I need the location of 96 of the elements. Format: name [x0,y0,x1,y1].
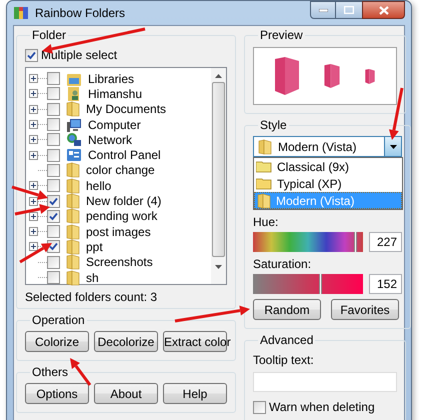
annotation-arrow [12,186,48,200]
scroll-up-icon [215,74,222,78]
folder-icon [322,64,341,88]
button[interactable]: About [94,383,158,404]
annotation-arrow [70,358,92,386]
folder-icon [66,193,80,210]
slider-thumb[interactable] [354,232,358,252]
expand-icon[interactable] [29,135,38,144]
expand-icon[interactable] [29,104,38,114]
value-field[interactable]: 227 [369,232,402,252]
checkbox[interactable] [47,148,60,162]
button[interactable]: Favorites [331,299,399,320]
value-field[interactable]: 152 [369,274,402,294]
folder-icon [256,177,272,190]
close-icon [378,6,388,14]
checkbox[interactable] [47,118,60,132]
expand-icon[interactable] [29,181,38,190]
status-text: Selected folders count: 3 [25,289,158,306]
checkbox[interactable] [253,400,266,414]
folder-icon [364,68,376,84]
expand-icon[interactable] [29,74,38,84]
minimize-button[interactable] [310,1,336,19]
slider-thumb[interactable] [319,274,322,294]
annotation-arrow [14,204,50,216]
checkbox-label: Multiple select [41,47,118,64]
checkbox[interactable] [47,87,60,100]
expand-icon[interactable] [29,212,38,221]
group-label: Style [259,117,288,134]
scrollbar[interactable] [211,68,226,284]
dropdown-option[interactable]: Typical (XP) [254,175,402,192]
folder-icon [66,270,80,286]
dropdown-option[interactable]: Classical (9x) [254,158,402,175]
close-button[interactable] [362,1,405,19]
folder-icon [66,238,80,255]
folder-icon [256,160,272,173]
checkbox[interactable] [47,225,60,238]
user-folder-icon [66,86,82,102]
button[interactable]: Colorize [25,331,89,352]
checkbox[interactable] [47,271,60,284]
checkbox-label: Warn when deleting [269,399,375,416]
checkbox[interactable] [47,164,60,177]
button[interactable]: Options [25,383,89,404]
maximize-button[interactable] [336,1,362,19]
maximize-icon [344,6,354,14]
annotation-arrow [388,88,404,140]
documents-folder-icon [66,101,80,118]
slider-track[interactable] [253,274,363,294]
slider-label: Saturation: [253,256,312,273]
folder-icon [274,57,300,95]
checkbox[interactable] [47,256,60,269]
group-label: Operation [31,312,86,329]
minimize-icon [318,8,328,12]
checkbox[interactable] [47,102,60,116]
style-dropdown[interactable]: Modern (Vista) [253,136,402,157]
tooltip-field[interactable] [253,372,397,392]
checkbox[interactable] [47,72,60,86]
scroll-down-icon [215,265,222,269]
folder-icon [66,254,80,270]
checkbox[interactable] [47,194,60,208]
group-label: Folder [31,27,68,44]
tree-item[interactable]: My Documents [86,100,166,118]
button[interactable]: Random [253,299,321,320]
checkbox[interactable] [47,179,60,192]
computer-icon [66,116,82,133]
button[interactable]: Decolorize [94,331,158,352]
folder-icon [66,224,80,240]
folder-icon [66,208,80,224]
tree-item[interactable]: sh [86,268,99,287]
annotation-arrow [19,243,52,264]
dropdown-arrow-icon [390,144,396,148]
field-label: Tooltip text: [253,352,315,369]
app-icon [13,5,29,21]
expand-icon[interactable] [29,242,38,252]
folder-icon [66,162,80,178]
checkbox[interactable] [25,48,38,62]
folder-icon [257,192,271,208]
group-label: Preview [259,27,304,44]
network-icon [66,132,82,148]
expand-icon[interactable] [29,120,38,130]
slider-label: Hue: [253,214,280,231]
expand-icon[interactable] [29,196,38,206]
checkbox[interactable] [47,133,60,146]
control-panel-icon [66,147,82,164]
tree-item[interactable]: Screenshots [86,253,153,272]
folder-icon [66,178,80,194]
folder-icon [258,138,272,154]
group-label: Advanced [259,332,314,349]
expand-icon[interactable] [29,150,38,160]
button[interactable]: Help [163,383,227,404]
group-label: Others [31,364,70,381]
window-title: Rainbow Folders [35,5,126,22]
expand-icon[interactable] [29,227,38,236]
tree-item[interactable]: hello [86,176,112,195]
slider-track[interactable] [253,232,363,252]
expand-icon[interactable] [29,89,38,98]
checkbox[interactable] [47,210,60,223]
